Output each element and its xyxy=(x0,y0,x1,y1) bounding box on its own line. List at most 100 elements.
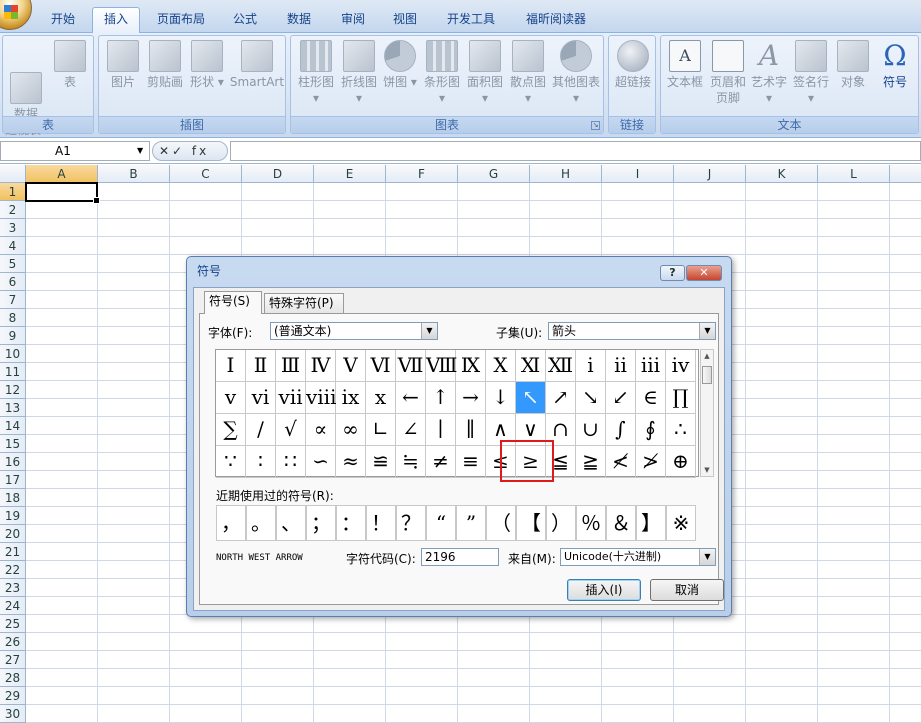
tab-view[interactable]: 视图 xyxy=(382,8,428,33)
recent-symbol-cell[interactable]: ， xyxy=(216,505,246,541)
tab-developer[interactable]: 开发工具 xyxy=(436,8,506,33)
row-header[interactable]: 11 xyxy=(0,363,26,381)
recent-symbol-cell[interactable]: ！ xyxy=(366,505,396,541)
chevron-down-icon[interactable]: ▼ xyxy=(699,549,715,565)
symbol-cell[interactable]: ∵ xyxy=(216,446,246,478)
tab-special-characters[interactable]: 特殊字符(P) xyxy=(264,293,344,313)
row-header[interactable]: 3 xyxy=(0,219,26,237)
symbol-cell[interactable]: ↙ xyxy=(606,382,636,414)
recent-symbol-cell[interactable]: ； xyxy=(306,505,336,541)
tab-symbols[interactable]: 符号(S) xyxy=(204,291,262,314)
close-button[interactable]: ✕ xyxy=(686,265,722,281)
row-header[interactable]: 8 xyxy=(0,309,26,327)
column-header[interactable]: K xyxy=(746,165,818,183)
symbol-cell[interactable]: ↖ xyxy=(516,382,546,414)
symbol-cell[interactable]: ∪ xyxy=(576,414,606,446)
recent-symbol-cell[interactable]: ？ xyxy=(396,505,426,541)
symbol-cell[interactable]: ∟ xyxy=(366,414,396,446)
row-header[interactable]: 19 xyxy=(0,507,26,525)
symbol-cell[interactable]: ↑ xyxy=(426,382,456,414)
symbol-cell[interactable]: Ⅹ xyxy=(486,350,516,382)
row-header[interactable]: 2 xyxy=(0,201,26,219)
insert-button[interactable]: 插入(I) xyxy=(567,579,641,601)
chevron-down-icon[interactable]: ▼ xyxy=(421,323,437,339)
row-header[interactable]: 24 xyxy=(0,597,26,615)
symbol-cell[interactable]: Ⅱ xyxy=(246,350,276,382)
scroll-down-icon[interactable]: ▼ xyxy=(701,464,713,476)
symbol-cell[interactable]: Ⅻ xyxy=(546,350,576,382)
tab-page-layout[interactable]: 页面布局 xyxy=(146,8,216,33)
symbol-cell[interactable]: Ⅵ xyxy=(366,350,396,382)
char-code-input[interactable]: 2196 xyxy=(421,548,499,566)
clipart-button[interactable]: 剪贴画 xyxy=(145,40,185,90)
row-header[interactable]: 10 xyxy=(0,345,26,363)
row-header[interactable]: 9 xyxy=(0,327,26,345)
symbol-cell[interactable]: ∷ xyxy=(276,446,306,478)
symbol-cell[interactable]: ⅸ xyxy=(336,382,366,414)
recent-symbol-cell[interactable]: ＆ xyxy=(606,505,636,541)
row-header[interactable]: 4 xyxy=(0,237,26,255)
wordart-button[interactable]: A 艺术字 ▾ xyxy=(749,40,789,106)
column-header[interactable]: L xyxy=(818,165,890,183)
from-select[interactable]: Unicode(十六进制) ▼ xyxy=(560,548,716,566)
tab-home[interactable]: 开始 xyxy=(40,8,86,33)
row-header[interactable]: 18 xyxy=(0,489,26,507)
row-header[interactable]: 27 xyxy=(0,651,26,669)
table-button[interactable]: 表 xyxy=(49,40,91,90)
symbol-cell[interactable]: ⅱ xyxy=(606,350,636,382)
tab-formulas[interactable]: 公式 xyxy=(222,8,268,33)
symbol-cell[interactable]: ∮ xyxy=(636,414,666,446)
font-select[interactable]: (普通文本) ▼ xyxy=(270,322,438,340)
symbol-cell[interactable]: ↘ xyxy=(576,382,606,414)
bar-chart-button[interactable]: 条形图 ▾ xyxy=(421,40,463,106)
symbol-cell[interactable]: ∴ xyxy=(666,414,696,446)
row-header[interactable]: 25 xyxy=(0,615,26,633)
tab-review[interactable]: 审阅 xyxy=(330,8,376,33)
signature-line-button[interactable]: 签名行 ▾ xyxy=(789,40,833,106)
symbol-cell[interactable]: ↗ xyxy=(546,382,576,414)
active-cell-a1[interactable] xyxy=(25,182,100,204)
row-header[interactable]: 22 xyxy=(0,561,26,579)
symbol-cell[interactable]: ∽ xyxy=(306,446,336,478)
row-header[interactable]: 20 xyxy=(0,525,26,543)
recent-symbol-cell[interactable]: 】 xyxy=(636,505,666,541)
symbol-cell[interactable]: ≌ xyxy=(366,446,396,478)
shapes-button[interactable]: 形状 ▾ xyxy=(187,40,227,90)
symbol-cell[interactable]: ∶ xyxy=(246,446,276,478)
symbol-cell[interactable]: ∫ xyxy=(606,414,636,446)
help-button[interactable]: ? xyxy=(660,265,685,281)
column-chart-button[interactable]: 柱形图 ▾ xyxy=(295,40,337,106)
office-button[interactable] xyxy=(0,0,32,30)
symbol-cell[interactable]: ∏ xyxy=(666,382,696,414)
other-charts-button[interactable]: 其他图表 ▾ xyxy=(550,40,602,106)
row-header[interactable]: 26 xyxy=(0,633,26,651)
symbol-cell[interactable]: ⊕ xyxy=(666,446,696,478)
row-header[interactable]: 7 xyxy=(0,291,26,309)
column-header[interactable]: G xyxy=(458,165,530,183)
symbol-cell[interactable]: ⅷ xyxy=(306,382,337,414)
row-header[interactable]: 1 xyxy=(0,183,26,201)
recent-symbol-cell[interactable]: ” xyxy=(456,505,486,541)
symbol-cell[interactable]: ≈ xyxy=(336,446,366,478)
symbol-cell[interactable]: Ⅸ xyxy=(456,350,486,382)
symbol-cell[interactable]: ∑ xyxy=(216,414,246,446)
line-chart-button[interactable]: 折线图 ▾ xyxy=(338,40,380,106)
hyperlink-button[interactable]: 超链接 xyxy=(611,40,655,90)
symbol-cell[interactable]: ∝ xyxy=(306,414,336,446)
row-header[interactable]: 15 xyxy=(0,435,26,453)
column-header[interactable]: C xyxy=(170,165,242,183)
symbol-cell[interactable]: ≒ xyxy=(396,446,426,478)
header-footer-button[interactable]: 页眉和 页脚 xyxy=(707,40,749,106)
cancel-button[interactable]: 取消 xyxy=(650,579,724,601)
text-box-button[interactable]: A 文本框 xyxy=(663,40,707,90)
symbol-cell[interactable]: ∞ xyxy=(336,414,366,446)
symbol-cell[interactable]: Ⅷ xyxy=(426,350,458,382)
column-header[interactable]: F xyxy=(386,165,458,183)
row-header[interactable]: 14 xyxy=(0,417,26,435)
recent-symbol-cell[interactable]: ※ xyxy=(666,505,696,541)
pie-chart-button[interactable]: 饼图 ▾ xyxy=(381,40,419,90)
symbol-cell[interactable]: ⅵ xyxy=(246,382,276,414)
symbol-cell[interactable]: ≮ xyxy=(606,446,636,478)
row-header[interactable]: 12 xyxy=(0,381,26,399)
symbol-cell[interactable]: ∠ xyxy=(396,414,426,446)
